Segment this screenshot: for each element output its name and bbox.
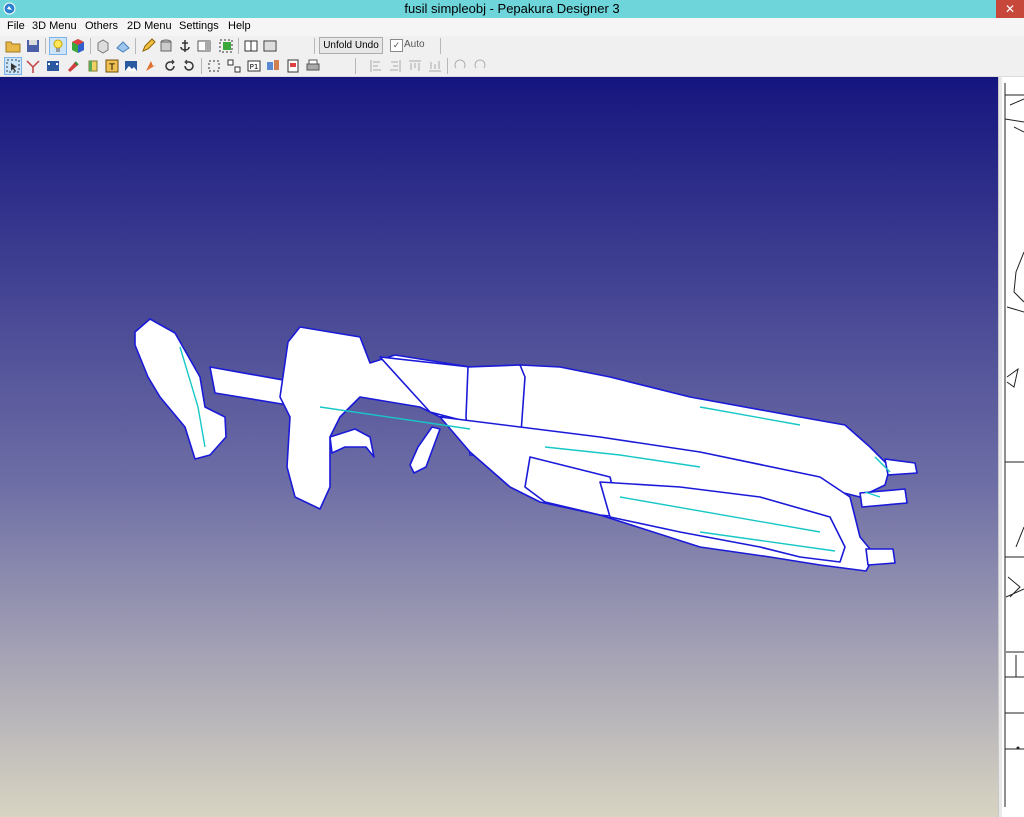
align-left-icon: [370, 60, 381, 72]
menu-help[interactable]: Help: [227, 20, 252, 32]
light-bulb-icon[interactable]: [49, 37, 67, 55]
toolbar-separator: [314, 38, 315, 54]
panel-right-icon[interactable]: [262, 38, 278, 54]
text-frame-icon[interactable]: T: [104, 58, 120, 74]
paint-icon[interactable]: [65, 58, 81, 74]
close-button[interactable]: ✕: [996, 0, 1024, 18]
cylinder-icon[interactable]: [158, 38, 174, 54]
align-top-icon: [409, 60, 421, 71]
window-title: fusil simpleobj - Pepakura Designer 3: [404, 1, 620, 16]
menu-3d[interactable]: 3D Menu: [31, 20, 78, 32]
align-right-icon: [390, 60, 401, 72]
align-bottom-icon: [429, 61, 441, 72]
panel-left-icon[interactable]: [243, 38, 259, 54]
pencil-icon[interactable]: [140, 38, 156, 54]
menu-file[interactable]: File: [6, 20, 26, 32]
color-cube-icon[interactable]: [70, 38, 86, 54]
split-view-icon[interactable]: [196, 38, 212, 54]
svg-text:P1: P1: [250, 63, 259, 71]
paper-icon[interactable]: [115, 38, 131, 54]
svg-text:T: T: [108, 63, 115, 73]
select-frame-icon[interactable]: [206, 58, 222, 74]
toolbar-separator: [135, 38, 136, 54]
box-icon[interactable]: [95, 38, 111, 54]
move-part-icon[interactable]: [143, 58, 159, 74]
rotate-90-right-icon: [474, 59, 486, 69]
toolbar-separator: [355, 58, 356, 74]
3d-viewport[interactable]: [0, 77, 998, 817]
toolbar-separator: [440, 38, 441, 54]
cut-edge-icon[interactable]: [25, 58, 41, 74]
menu-2d[interactable]: 2D Menu: [126, 20, 173, 32]
main-toolbar: Unfold Undo ✓ Auto: [0, 36, 1024, 57]
toolbar-separator: [90, 38, 91, 54]
auto-checkbox[interactable]: ✓: [390, 39, 403, 52]
arrange-icon[interactable]: [265, 58, 281, 74]
rotate-right-icon[interactable]: [181, 58, 197, 74]
unfold-undo-button[interactable]: Unfold Undo: [319, 37, 383, 54]
print-icon[interactable]: [305, 58, 321, 74]
auto-label: Auto: [404, 39, 425, 50]
close-icon: ✕: [1004, 2, 1016, 16]
menu-bar: File 3D Menu Others 2D Menu Settings Hel…: [0, 18, 1024, 36]
flap-icon[interactable]: [85, 58, 101, 74]
rotate-90-left-icon: [454, 59, 466, 69]
toolbar-separator: [45, 38, 46, 54]
select-texture-icon[interactable]: [218, 38, 234, 54]
film-icon[interactable]: [45, 58, 61, 74]
join-icon[interactable]: [226, 58, 242, 74]
toolbar-separator: [238, 38, 239, 54]
toolbar-separator: [447, 58, 448, 74]
select-arrow-icon[interactable]: [4, 57, 22, 75]
part-number-icon[interactable]: P1: [246, 58, 262, 74]
title-bar: fusil simpleobj - Pepakura Designer 3 ✕: [0, 0, 1024, 18]
menu-others[interactable]: Others: [84, 20, 119, 32]
image-icon[interactable]: [123, 58, 139, 74]
page-setup-icon[interactable]: [285, 58, 301, 74]
edit-toolbar: T P1: [0, 56, 1024, 77]
toolbar-separator: [201, 58, 202, 74]
menu-settings[interactable]: Settings: [178, 20, 220, 32]
2d-pattern-view[interactable]: [1002, 77, 1024, 817]
anchor-icon[interactable]: [177, 38, 193, 54]
open-icon[interactable]: [5, 38, 21, 54]
save-icon[interactable]: [25, 38, 41, 54]
rotate-left-icon[interactable]: [162, 58, 178, 74]
